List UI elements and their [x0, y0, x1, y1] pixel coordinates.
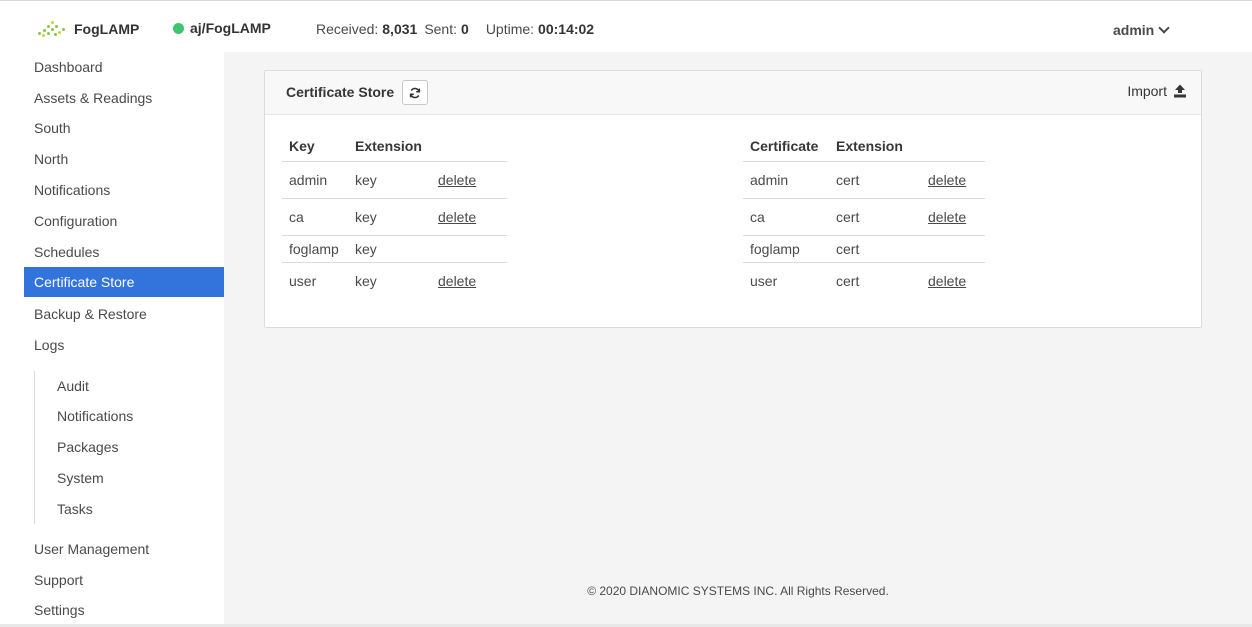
user-name: admin	[1113, 22, 1155, 38]
import-label: Import	[1127, 83, 1167, 99]
sidebar-item-assets-readings[interactable]: Assets & Readings	[24, 83, 224, 113]
table-row: foglamp cert	[743, 235, 985, 263]
certificate-extension: cert	[829, 161, 921, 199]
refresh-icon	[409, 87, 421, 98]
uptime-value: 00:14:02	[538, 21, 595, 37]
card-header: Certificate Store Import	[265, 71, 1201, 115]
table-row: ca cert delete	[743, 198, 985, 236]
sidebar-item-logs-system[interactable]: System	[57, 463, 104, 493]
key-name: user	[289, 272, 317, 289]
delete-key-link[interactable]: delete	[438, 209, 476, 225]
sidebar-item-schedules[interactable]: Schedules	[24, 237, 224, 267]
sidebar-item-settings[interactable]: Settings	[24, 595, 224, 625]
sidebar-item-notifications[interactable]: Notifications	[24, 175, 224, 205]
certificate-name: admin	[743, 161, 829, 199]
table-row: ca key delete	[282, 198, 507, 236]
certificate-action-empty	[921, 235, 985, 263]
received-label: Received:	[316, 21, 379, 37]
certificate-extension: cert	[829, 235, 921, 263]
sidebar-item-support[interactable]: Support	[24, 565, 224, 595]
delete-certificate-link[interactable]: delete	[928, 172, 966, 188]
chevron-down-icon	[1158, 22, 1170, 34]
key-extension: key	[355, 272, 377, 289]
footer-copyright: © 2020 DIANOMIC SYSTEMS INC. All Rights …	[587, 584, 889, 598]
certificate-name: foglamp	[743, 235, 829, 263]
sidebar-item-configuration[interactable]: Configuration	[24, 206, 224, 236]
page-title: Certificate Store	[286, 84, 395, 100]
keys-table: Key Extension admin key delete ca key de…	[282, 131, 507, 299]
sidebar-item-logs-notifications[interactable]: Notifications	[57, 401, 133, 431]
main-content: Certificate Store Import Key Extension a…	[224, 52, 1252, 627]
column-header-certificate: Certificate	[743, 131, 829, 162]
instance-name: aj/FogLAMP	[190, 20, 271, 36]
certificate-name: ca	[743, 198, 829, 236]
certificate-extension: cert	[836, 272, 860, 289]
key-extension: key	[348, 235, 431, 263]
certificate-store-card: Certificate Store Import Key Extension a…	[264, 70, 1202, 328]
refresh-button[interactable]	[402, 80, 428, 105]
key-name: foglamp	[282, 235, 348, 263]
sidebar: Dashboard Assets & Readings South North …	[24, 52, 224, 627]
delete-key-link[interactable]: delete	[438, 172, 476, 188]
sidebar-item-logs-audit[interactable]: Audit	[57, 371, 89, 401]
key-name: ca	[282, 198, 348, 236]
sidebar-item-south[interactable]: South	[24, 113, 224, 143]
uptime-label: Uptime:	[485, 21, 535, 37]
sent-label: Sent:	[424, 21, 458, 37]
table-row: user key delete	[282, 262, 507, 299]
sidebar-item-user-management[interactable]: User Management	[24, 534, 224, 564]
table-row: admin cert delete	[743, 161, 985, 199]
sidebar-item-certificate-store[interactable]: Certificate Store	[24, 267, 224, 297]
stats-bar: Received: 8,031 Sent: 0 Uptime: 00:14:02	[316, 21, 601, 37]
import-button[interactable]: Import	[1127, 83, 1187, 99]
foglamp-logo-icon	[36, 20, 66, 38]
status-dot-icon	[173, 22, 184, 34]
column-header-extension: Extension	[829, 131, 985, 162]
sidebar-item-north[interactable]: North	[24, 144, 224, 174]
table-row: foglamp key	[282, 235, 507, 263]
instance-selector[interactable]: aj/FogLAMP	[173, 20, 271, 36]
certificate-extension: cert	[829, 198, 921, 236]
key-extension: key	[348, 161, 431, 199]
certificate-name: user	[750, 272, 778, 289]
table-row: admin key delete	[282, 161, 507, 199]
delete-certificate-link[interactable]: delete	[928, 273, 966, 289]
key-extension: key	[348, 198, 431, 236]
sidebar-item-logs-tasks[interactable]: Tasks	[57, 494, 93, 524]
sidebar-item-logs-packages[interactable]: Packages	[57, 432, 118, 462]
delete-key-link[interactable]: delete	[438, 273, 476, 289]
top-navbar: FogLAMP aj/FogLAMP Received: 8,031 Sent:…	[0, 6, 1252, 52]
brand[interactable]: FogLAMP	[36, 20, 139, 38]
certificates-table: Certificate Extension admin cert delete …	[743, 131, 985, 299]
user-menu[interactable]: admin	[1113, 22, 1170, 38]
received-value: 8,031	[382, 21, 418, 37]
brand-name: FogLAMP	[74, 21, 140, 37]
column-header-extension: Extension	[348, 131, 507, 162]
sent-value: 0	[461, 21, 469, 37]
upload-icon	[1174, 84, 1186, 98]
table-row: user cert delete	[743, 262, 985, 299]
sidebar-item-logs[interactable]: Logs	[24, 330, 224, 360]
logs-submenu: Audit Notifications Packages System Task…	[34, 371, 224, 524]
delete-certificate-link[interactable]: delete	[928, 209, 966, 225]
key-action-empty	[431, 235, 507, 263]
key-name: admin	[282, 161, 348, 199]
column-header-key: Key	[282, 131, 348, 162]
sidebar-item-dashboard[interactable]: Dashboard	[24, 52, 224, 82]
sidebar-item-backup-restore[interactable]: Backup & Restore	[24, 299, 224, 329]
